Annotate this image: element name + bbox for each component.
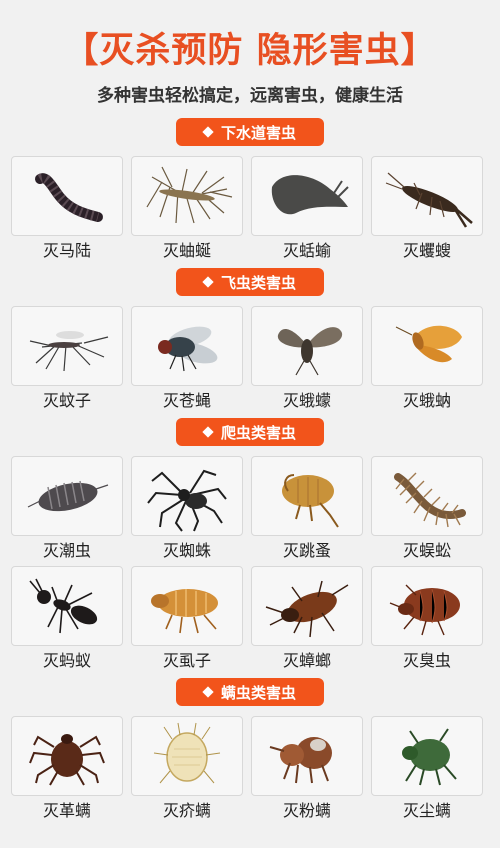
pest-card [251, 716, 363, 796]
diamond-icon [202, 426, 214, 438]
pest-card [131, 716, 243, 796]
page-subtitle: 多种害虫轻松搞定，远离害虫，健康生活 [97, 86, 403, 106]
section-title: 下水道害虫 [220, 123, 296, 142]
slug-icon [271, 175, 349, 215]
pest-label: 灭蛞蝓 [282, 241, 331, 260]
cockroach-icon [265, 580, 349, 638]
pest-card [371, 306, 483, 386]
pest-label: 灭疥螨 [162, 801, 211, 820]
pest-label: 灭蛾蚋 [402, 391, 451, 410]
pest-label: 灭蚂蚁 [42, 651, 91, 670]
pest-card [131, 566, 243, 646]
diamond-icon [202, 126, 214, 138]
diamond-icon [202, 686, 214, 698]
moth-icon [395, 325, 462, 363]
pest-label: 灭革螨 [42, 801, 91, 820]
diamond-icon [202, 276, 214, 288]
pest-label: 灭蛾蠓 [282, 391, 331, 410]
moth-fly-icon [277, 327, 343, 376]
flour-mite-icon [269, 737, 332, 784]
pest-card [251, 306, 363, 386]
pest-label: 灭臭虫 [402, 651, 451, 670]
pest-label: 灭苍蝇 [162, 391, 211, 410]
pest-card [11, 156, 123, 236]
pest-card [11, 716, 123, 796]
pest-card [251, 156, 363, 236]
pest-card [11, 306, 123, 386]
pest-card [371, 456, 483, 536]
pest-card [371, 716, 483, 796]
pest-label: 灭蚊子 [42, 391, 91, 410]
pest-label: 灭跳蚤 [282, 541, 331, 560]
woodlouse-icon [27, 480, 109, 512]
pest-card [371, 566, 483, 646]
pest-label: 灭尘螨 [402, 801, 451, 820]
pest-label: 灭虱子 [162, 651, 211, 670]
dust-mite-icon [402, 728, 457, 786]
centipede-icon [394, 472, 466, 528]
section-header-flying: 飞虫类害虫 [176, 268, 324, 296]
mosquito-icon [29, 331, 109, 372]
pest-label: 灭潮虫 [42, 541, 91, 560]
pest-card [251, 566, 363, 646]
gamasid-mite-icon [29, 734, 105, 786]
pest-card [131, 306, 243, 386]
pest-card [131, 156, 243, 236]
pest-card [371, 156, 483, 236]
pest-label: 灭粉螨 [282, 801, 331, 820]
millipede-icon [35, 173, 103, 222]
section-title: 飞虫类害虫 [220, 273, 296, 292]
pest-label: 灭马陆 [42, 241, 91, 260]
scabies-mite-icon [153, 722, 221, 784]
louse-icon [151, 589, 218, 634]
pest-label: 灭蚰蜒 [162, 241, 211, 260]
ant-icon [29, 578, 98, 634]
section-title: 螨虫类害虫 [220, 683, 296, 702]
spider-icon [147, 469, 227, 532]
pest-card [131, 456, 243, 536]
pest-card [11, 456, 123, 536]
pest-card [11, 566, 123, 646]
housefly-icon [158, 326, 218, 372]
pest-label: 灭蜈蚣 [402, 541, 451, 560]
earwig-icon [385, 172, 473, 228]
pest-label: 灭蜘蛛 [162, 541, 211, 560]
pest-label: 灭蟑螂 [282, 651, 331, 670]
flea-icon [282, 474, 339, 528]
page-title: 【灭杀预防 隐形害虫】 [63, 31, 437, 71]
section-header-crawling: 爬虫类害虫 [176, 418, 324, 446]
pest-label: 灭蠼螋 [402, 241, 451, 260]
section-header-mites: 螨虫类害虫 [176, 678, 324, 706]
bedbug-icon [389, 584, 460, 636]
pest-card [251, 456, 363, 536]
section-header-sewer: 下水道害虫 [176, 118, 324, 146]
section-title: 爬虫类害虫 [220, 423, 296, 442]
house-centipede-icon [146, 166, 233, 224]
